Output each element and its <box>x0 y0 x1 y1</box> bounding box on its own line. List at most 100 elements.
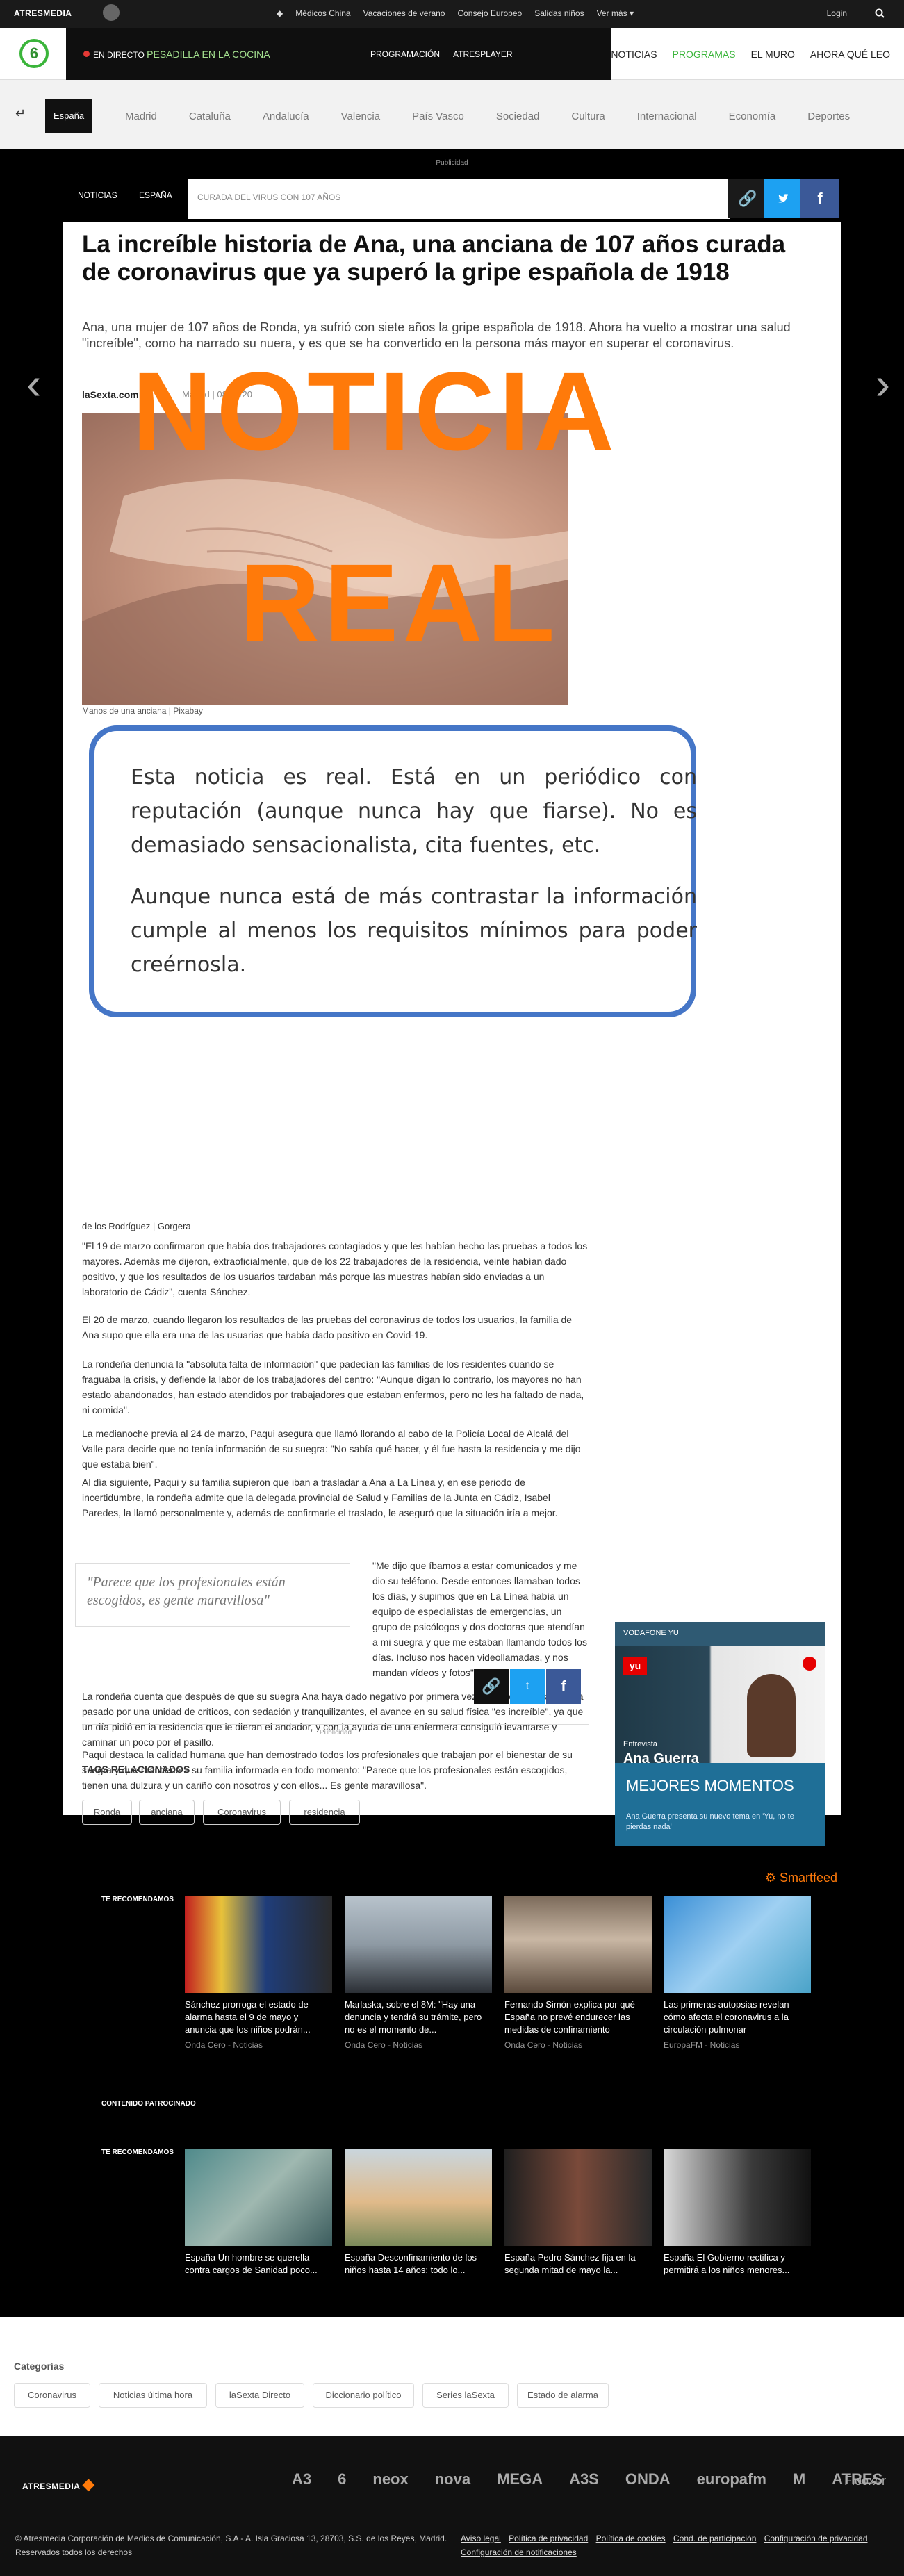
section-active[interactable]: España <box>45 99 92 133</box>
widget-text: Ana Guerra presenta su nuevo tema en 'Yu… <box>626 1812 794 1831</box>
smartfeed-logo[interactable]: ⚙ Smartfeed <box>765 1871 837 1885</box>
card-title: Marlaska, sobre el 8M: "Hay una denuncia… <box>345 1999 482 2035</box>
section-link[interactable]: Internacional <box>637 110 697 122</box>
section-link[interactable]: Cultura <box>571 110 605 122</box>
ondacero-logo[interactable]: ONDA <box>625 2470 671 2488</box>
twitter-icon[interactable] <box>764 179 803 218</box>
card-source: Onda Cero - Noticias <box>345 2040 423 2050</box>
lasexta-logo[interactable]: 6 <box>19 39 49 68</box>
recommended-card[interactable]: España Un hombre se querella contra carg… <box>185 2149 332 2276</box>
section-link[interactable]: Deportes <box>807 110 850 122</box>
card-thumbnail <box>664 1896 811 1993</box>
card-source: Onda Cero - Noticias <box>504 2040 583 2050</box>
card-title: España Un hombre se querella contra carg… <box>185 2252 318 2275</box>
recommended-card[interactable]: Las primeras autopsias revelan cómo afec… <box>664 1896 811 2050</box>
a3series-logo[interactable]: A3S <box>569 2470 599 2488</box>
next-article-icon[interactable]: › <box>876 358 890 409</box>
trending-link[interactable]: Salidas niños <box>534 8 584 18</box>
category-chip[interactable]: laSexta Directo <box>215 2383 304 2408</box>
section-link[interactable]: Andalucía <box>263 110 309 122</box>
melodiafm-logo[interactable]: M <box>793 2470 805 2488</box>
menu-el-muro[interactable]: EL MURO <box>751 49 795 60</box>
card-title: Sánchez prorroga el estado de alarma has… <box>185 1999 311 2035</box>
tag-chip[interactable]: anciana <box>139 1800 195 1825</box>
category-chip[interactable]: Coronavirus <box>14 2383 90 2408</box>
tag-chip[interactable]: residencia <box>289 1800 360 1825</box>
section-link[interactable]: Economía <box>729 110 776 122</box>
menu-noticias[interactable]: NOTICIAS <box>611 49 657 60</box>
back-arrow-icon[interactable]: ↵ <box>15 106 26 121</box>
search-icon[interactable] <box>875 8 885 20</box>
facebook-icon[interactable]: f <box>546 1669 581 1704</box>
section-link[interactable]: Madrid <box>125 110 157 122</box>
category-chip[interactable]: Series laSexta <box>422 2383 509 2408</box>
tag-chip[interactable]: Ronda <box>82 1800 132 1825</box>
recommended-card[interactable]: España Pedro Sánchez fija en la segunda … <box>504 2149 652 2276</box>
neox-logo[interactable]: neox <box>372 2470 408 2488</box>
twitter-icon[interactable]: t <box>510 1669 545 1704</box>
card-thumbnail <box>664 2149 811 2246</box>
category-chip[interactable]: Noticias última hora <box>99 2383 207 2408</box>
category-chip[interactable]: Diccionario político <box>313 2383 414 2408</box>
flooxer-logo[interactable]: Flooxer <box>844 2474 886 2488</box>
tags-title: TAGS RELACIONADOS <box>82 1764 190 1775</box>
atresmedia-logo[interactable]: ATRESMEDIA <box>14 8 72 18</box>
mega-logo[interactable]: MEGA <box>497 2470 543 2488</box>
ad-label: Publicidad <box>82 1724 589 1737</box>
link-icon[interactable]: 🔗 <box>474 1669 509 1704</box>
nova-logo[interactable]: nova <box>435 2470 470 2488</box>
card-title: Fernando Simón explica por qué España no… <box>504 1999 635 2035</box>
note-text: Esta noticia es real. Está en un periódi… <box>131 765 697 858</box>
trending-link[interactable]: Médicos China <box>295 8 350 18</box>
category-chip[interactable]: Estado de alarma <box>517 2383 609 2408</box>
footer-brand[interactable]: ATRESMEDIA ◆ <box>22 2475 94 2493</box>
login-link[interactable]: Login <box>827 8 847 20</box>
widget-title: MEJORES MOMENTOS <box>626 1777 794 1794</box>
live-now[interactable]: EN DIRECTO PESADILLA EN LA COCINA <box>93 49 270 60</box>
legal-link[interactable]: Configuración de privacidad <box>764 2534 868 2543</box>
legal-link[interactable]: Política de privacidad <box>509 2534 588 2543</box>
ver-mas-link[interactable]: Ver más ▾ <box>597 8 634 18</box>
menu-ahora-que-leo[interactable]: AHORA QUÉ LEO <box>810 49 890 60</box>
recommended-card[interactable]: Sánchez prorroga el estado de alarma has… <box>185 1896 332 2050</box>
antena3-logo[interactable]: A3 <box>292 2470 311 2488</box>
prev-article-icon[interactable]: ‹ <box>26 358 41 409</box>
section-link[interactable]: Valencia <box>341 110 380 122</box>
cut-line: de los Rodríguez | Gorgera <box>82 1221 191 1231</box>
lasexta-logo[interactable]: 6 <box>338 2470 346 2488</box>
facebook-icon[interactable]: f <box>800 179 839 218</box>
section-link[interactable]: Sociedad <box>496 110 540 122</box>
programacion-link[interactable]: PROGRAMACIÓN <box>370 49 440 59</box>
top-bar: ATRESMEDIA ◆ Médicos China Vacaciones de… <box>0 0 904 28</box>
link-icon[interactable]: 🔗 <box>728 179 767 218</box>
tag-chip[interactable]: Coronavirus <box>203 1800 281 1825</box>
recommended-card[interactable]: Fernando Simón explica por qué España no… <box>504 1896 652 2050</box>
author[interactable]: laSexta.com <box>82 389 139 400</box>
recommended-card[interactable]: Marlaska, sobre el 8M: "Hay una denuncia… <box>345 1896 492 2050</box>
widget-kicker: Entrevista <box>623 1740 657 1748</box>
card-source: Onda Cero - Noticias <box>185 2040 263 2050</box>
topbar-actions: Login <box>827 8 885 20</box>
legal-link[interactable]: Aviso legal <box>461 2534 501 2543</box>
breadcrumb-noticias[interactable]: NOTICIAS <box>78 190 117 200</box>
breadcrumb-espana[interactable]: ESPAÑA <box>139 190 172 200</box>
europafm-logo[interactable]: europafm <box>697 2470 766 2488</box>
card-thumbnail <box>185 1896 332 1993</box>
legal-link[interactable]: Configuración de notificaciones <box>461 2548 577 2557</box>
trending-link[interactable]: Vacaciones de verano <box>363 8 445 18</box>
legal-link[interactable]: Cond. de participación <box>673 2534 756 2543</box>
recommended-card[interactable]: España El Gobierno rectifica y permitirá… <box>664 2149 811 2276</box>
mejores-momentos-widget[interactable]: MEJORES MOMENTOS Ana Guerra presenta su … <box>615 1763 825 1846</box>
paragraph: La rondeña denuncia la "absoluta falta d… <box>82 1359 584 1416</box>
atresplayer-link[interactable]: ATRESPLAYER <box>453 49 513 59</box>
recommended-card[interactable]: España Desconfinamiento de los niños has… <box>345 2149 492 2276</box>
legal-link[interactable]: Política de cookies <box>596 2534 666 2543</box>
section-link[interactable]: País Vasco <box>412 110 464 122</box>
pull-quote: "Parece que los profesionales están esco… <box>75 1563 350 1627</box>
trending-link[interactable]: Consejo Europeo <box>457 8 522 18</box>
sponsored-label: CONTENIDO PATROCINADO <box>101 2100 196 2108</box>
vodafone-yu-widget[interactable]: VODAFONE YU yu Entrevista Ana Guerra <box>615 1622 825 1782</box>
section-link[interactable]: Cataluña <box>189 110 231 122</box>
categories-title: Categorías <box>14 2361 65 2372</box>
menu-programas[interactable]: PROGRAMAS <box>673 49 736 60</box>
